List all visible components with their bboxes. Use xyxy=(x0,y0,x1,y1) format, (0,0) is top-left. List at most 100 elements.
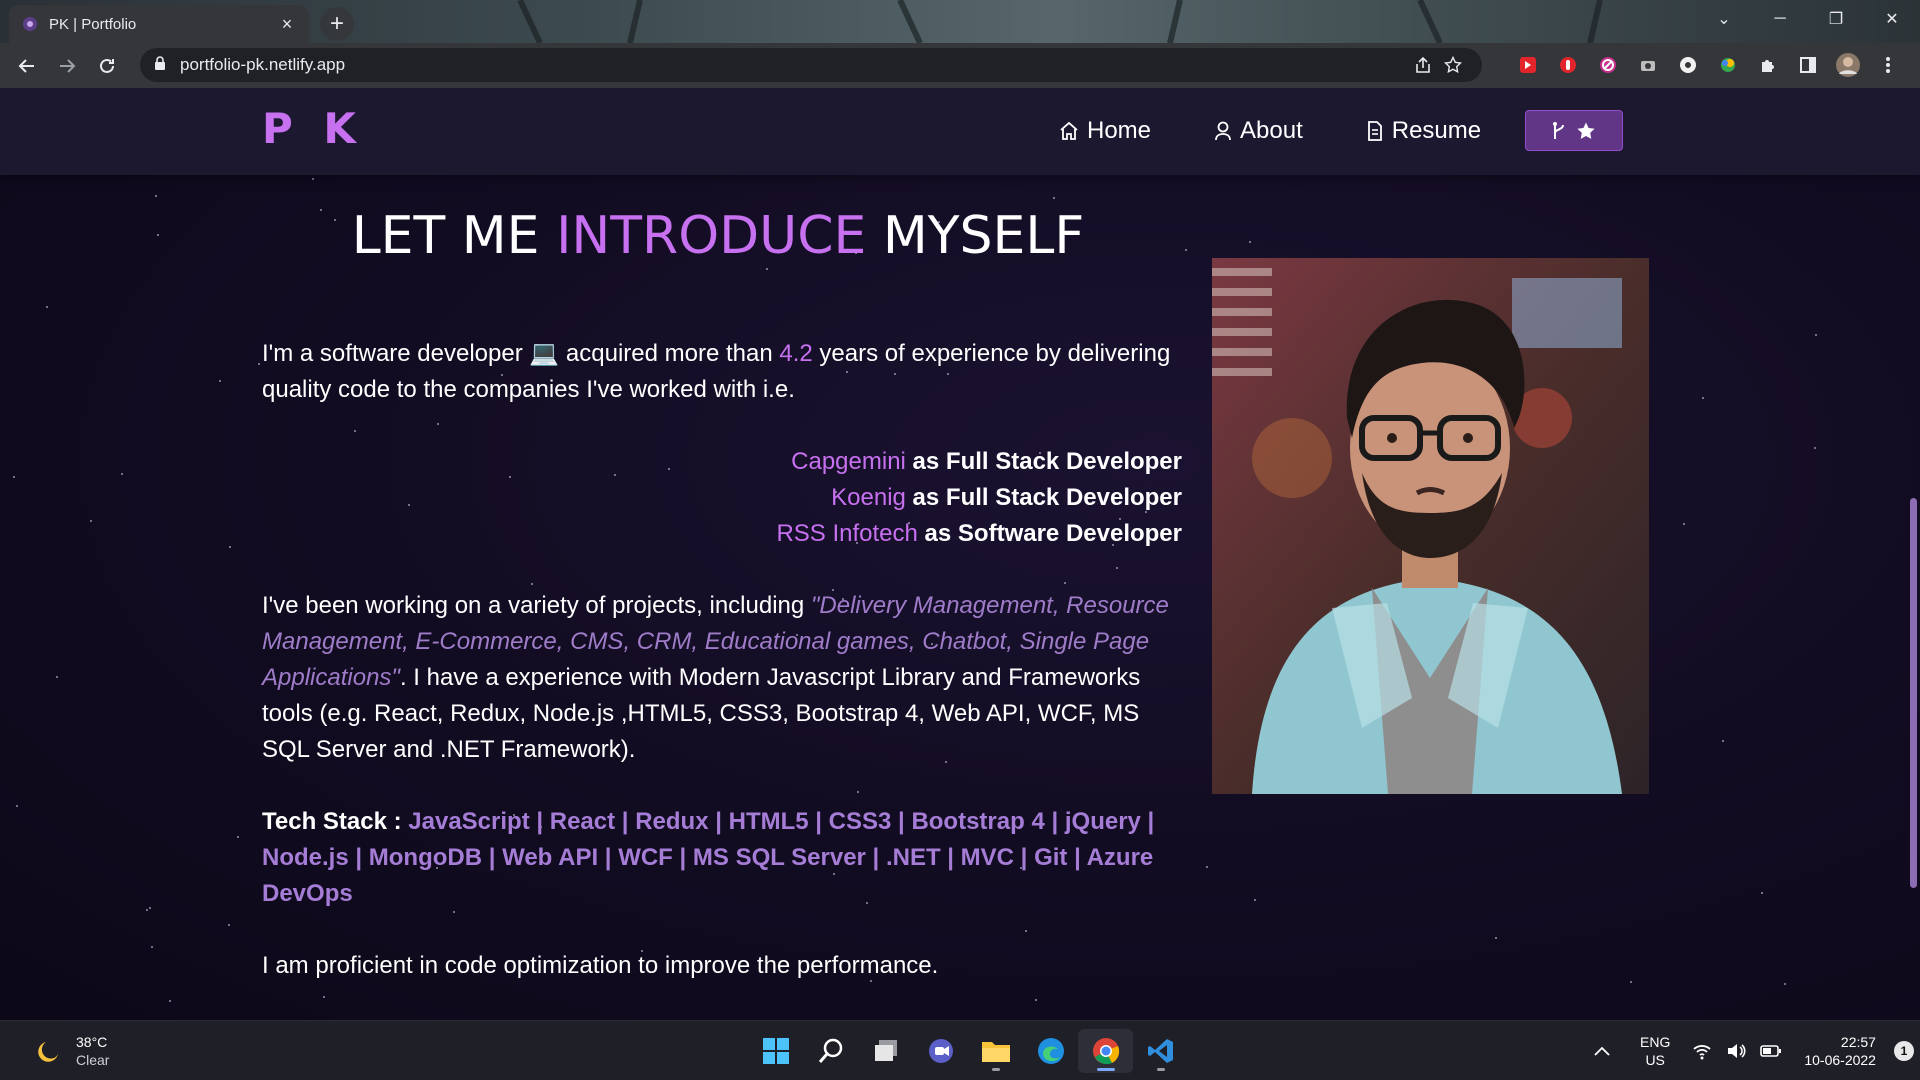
running-indicator xyxy=(991,1068,1000,1071)
vscode-icon[interactable] xyxy=(1133,1029,1188,1073)
tech-stack-item: JavaScript xyxy=(408,808,530,835)
minimize-icon[interactable]: ─ xyxy=(1752,0,1808,38)
extension-adblock-icon[interactable] xyxy=(1548,48,1588,82)
tech-stack-item: Web API xyxy=(502,844,599,871)
star-dot xyxy=(766,268,768,270)
page-scrollbar[interactable] xyxy=(1906,88,1920,1020)
new-tab-button[interactable]: + xyxy=(320,7,354,41)
scrollbar-thumb[interactable] xyxy=(1910,498,1917,888)
company-item: Capgemini as Full Stack Developer xyxy=(262,444,1182,480)
profile-photo-illustration xyxy=(1212,258,1649,794)
git-fork-icon xyxy=(1553,121,1565,139)
restore-icon[interactable]: ❐ xyxy=(1808,0,1864,38)
star-dot xyxy=(1206,866,1208,868)
clock-time: 22:57 xyxy=(1840,1034,1876,1050)
user-icon xyxy=(1215,121,1231,140)
chat-icon[interactable] xyxy=(913,1029,968,1073)
moon-icon xyxy=(38,1042,58,1062)
tab-title: PK | Portfolio xyxy=(49,15,137,33)
close-tab-icon[interactable]: × xyxy=(277,14,297,34)
tech-stack-item: MS SQL Server xyxy=(692,844,866,871)
back-icon[interactable] xyxy=(7,48,47,84)
p2-text-a: I've been working on a variety of projec… xyxy=(262,592,811,619)
nav-resume[interactable]: Resume xyxy=(1365,117,1481,145)
star-dot xyxy=(169,1000,171,1002)
running-indicator xyxy=(1096,1068,1115,1071)
company-role: as Full Stack Developer xyxy=(905,484,1182,511)
star-dot xyxy=(1254,899,1256,901)
portfolio-page: P K Home About Resume LET ME INTRODUCE M… xyxy=(0,88,1920,1020)
quick-settings[interactable] xyxy=(1692,1042,1782,1060)
tech-stack-item: MongoDB xyxy=(368,844,483,871)
tech-separator: | xyxy=(1067,844,1087,871)
star-dot xyxy=(1814,447,1816,449)
extension-block-icon[interactable] xyxy=(1588,48,1628,82)
star-dot xyxy=(228,924,230,926)
star-dot xyxy=(229,546,231,548)
edge-icon[interactable] xyxy=(1023,1029,1078,1073)
tech-stack-item: WCF xyxy=(618,844,673,871)
lock-icon[interactable] xyxy=(154,55,166,75)
side-panel-icon[interactable] xyxy=(1788,48,1828,82)
search-icon[interactable] xyxy=(803,1029,858,1073)
forward-icon[interactable] xyxy=(47,48,87,84)
tech-stack-item: CSS3 xyxy=(828,808,892,835)
company-list: Capgemini as Full Stack Developer Koenig… xyxy=(262,444,1182,552)
star-dot xyxy=(90,520,92,522)
p1-text-b: acquired more than xyxy=(559,340,780,367)
star-dot xyxy=(151,946,153,948)
extension-circle-icon[interactable] xyxy=(1668,48,1708,82)
extension-red-icon[interactable] xyxy=(1508,48,1548,82)
star-dot xyxy=(1702,397,1704,399)
reload-icon[interactable] xyxy=(87,48,127,84)
chrome-icon[interactable] xyxy=(1078,1029,1133,1073)
chevron-up-icon[interactable] xyxy=(1594,1043,1610,1059)
star-dot xyxy=(1683,523,1685,525)
star-dot xyxy=(56,676,58,678)
camera-extension-icon[interactable] xyxy=(1628,48,1668,82)
extensions-puzzle-icon[interactable] xyxy=(1748,48,1788,82)
language-code: ENG xyxy=(1640,1034,1671,1050)
system-tray: ENG US 22:57 10-06-2022 1 xyxy=(1594,1033,1914,1069)
intro-paragraph-3: I am proficient in code optimization to … xyxy=(262,952,939,979)
task-view-icon[interactable] xyxy=(858,1029,913,1073)
windows-taskbar: 38°C Clear ENG US 22:57 10-06-2022 1 xyxy=(0,1020,1920,1080)
extension-colorful-icon[interactable] xyxy=(1708,48,1748,82)
tab-search-icon[interactable]: ⌄ xyxy=(1696,0,1752,38)
url-text: portfolio-pk.netlify.app xyxy=(180,55,346,74)
github-star-button[interactable] xyxy=(1525,110,1624,151)
share-icon[interactable] xyxy=(1408,56,1438,74)
nav-about[interactable]: About xyxy=(1213,117,1303,145)
notification-badge[interactable]: 1 xyxy=(1893,1041,1914,1061)
weather-widget[interactable]: 38°C Clear xyxy=(36,1033,109,1069)
tech-separator: | xyxy=(598,844,619,871)
star-dot xyxy=(1784,983,1786,985)
intro-paragraph-2: I've been working on a variety of projec… xyxy=(262,588,1182,768)
star-dot xyxy=(312,178,314,180)
language-indicator[interactable]: ENG US xyxy=(1640,1033,1670,1069)
star-icon xyxy=(1577,122,1595,139)
bookmark-star-icon[interactable] xyxy=(1438,56,1468,74)
site-logo[interactable]: P K xyxy=(262,104,364,153)
clock[interactable]: 22:57 10-06-2022 xyxy=(1804,1033,1876,1069)
tech-separator: | xyxy=(529,808,550,835)
browser-tab-active[interactable]: PK | Portfolio × xyxy=(9,5,309,43)
star-dot xyxy=(157,234,159,236)
tech-stack-item: jQuery xyxy=(1064,808,1141,835)
nav-home[interactable]: Home xyxy=(1058,117,1151,145)
tech-separator: | xyxy=(1044,808,1065,835)
address-bar[interactable]: portfolio-pk.netlify.app xyxy=(140,48,1482,82)
nav-links: Home About Resume xyxy=(1058,110,1624,151)
tech-separator: | xyxy=(708,808,729,835)
profile-avatar-icon[interactable] xyxy=(1828,48,1868,82)
windows-start-icon[interactable] xyxy=(748,1029,803,1073)
extensions-area xyxy=(1508,48,1908,82)
browser-tabstrip: PK | Portfolio × + ⌄ ─ ❐ ✕ xyxy=(0,0,1920,43)
close-window-icon[interactable]: ✕ xyxy=(1864,0,1920,38)
tech-separator: | xyxy=(1140,808,1155,835)
tech-stack-item: MVC xyxy=(960,844,1015,871)
p1-text-a: I'm a software developer xyxy=(262,340,530,367)
file-explorer-icon[interactable] xyxy=(968,1029,1023,1073)
more-menu-icon[interactable] xyxy=(1868,48,1908,82)
profile-photo xyxy=(1212,258,1649,794)
